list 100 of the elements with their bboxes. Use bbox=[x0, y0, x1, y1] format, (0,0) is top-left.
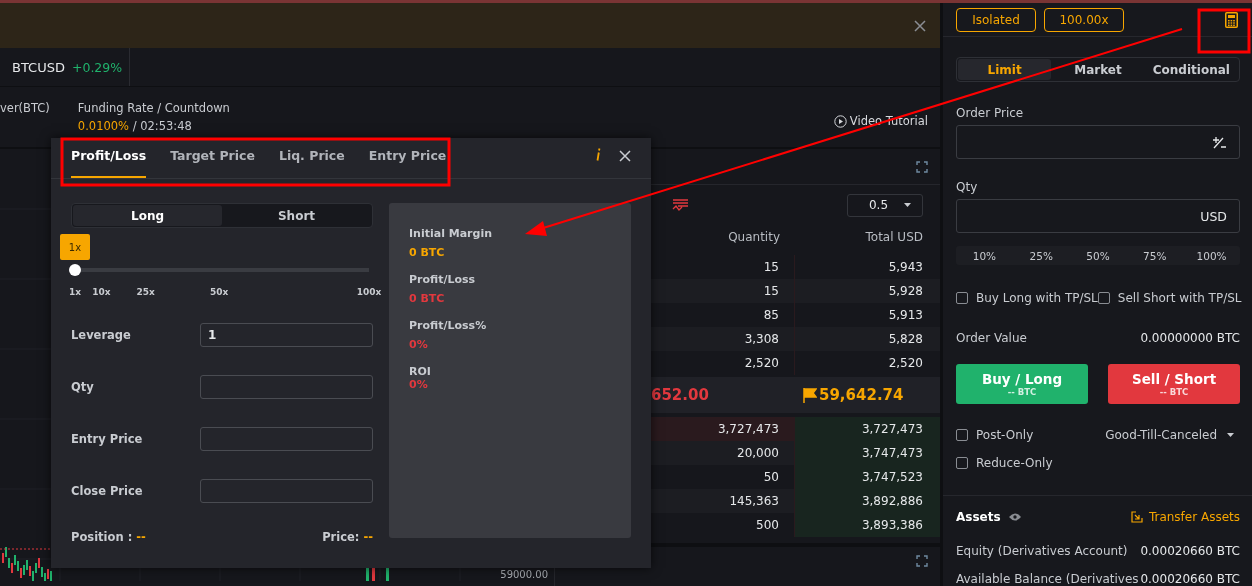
total-cell: 3,892,886 bbox=[795, 489, 940, 513]
side-tab[interactable]: Long bbox=[73, 205, 222, 226]
side-tab[interactable]: Short bbox=[222, 205, 371, 226]
result-value: 0 BTC bbox=[409, 246, 446, 259]
field-label: Close Price bbox=[71, 484, 143, 498]
result-value: 0% bbox=[409, 378, 429, 391]
funding-label: Funding Rate / Countdown bbox=[77, 101, 230, 115]
total-cell-text: 2,520 bbox=[887, 355, 924, 372]
asset-label: Equity (Derivatives Account) bbox=[956, 544, 1128, 558]
funding-value: 0.0100% / 02:53:48 bbox=[77, 119, 193, 133]
eye-icon[interactable] bbox=[1008, 513, 1021, 521]
total-cell-text: 5,913 bbox=[887, 307, 924, 324]
field-label: Leverage bbox=[71, 328, 131, 342]
total-cell: 3,893,386 bbox=[795, 513, 940, 537]
slider-tick: 25x bbox=[136, 287, 155, 297]
quantity-cell: 3,727,473 bbox=[651, 417, 795, 441]
checkbox[interactable] bbox=[956, 292, 968, 304]
transfer-icon bbox=[1130, 511, 1143, 523]
calculator-tab[interactable]: Profit/Loss bbox=[71, 148, 147, 178]
stat-label: ver(BTC) bbox=[0, 101, 50, 115]
close-icon[interactable] bbox=[619, 150, 631, 162]
checkbox-label[interactable]: Buy Long with TP/SL bbox=[956, 291, 1098, 305]
depth-select[interactable]: 0.5 bbox=[847, 193, 923, 217]
result-label: Profit/Loss% bbox=[409, 319, 488, 332]
slider-thumb[interactable] bbox=[69, 264, 81, 276]
slider-tick: 1x bbox=[68, 287, 82, 297]
caret-icon bbox=[1227, 433, 1234, 437]
symbol-tab[interactable]: BTCUSD +0.29% bbox=[0, 48, 130, 86]
total-cell: 3,747,473 bbox=[795, 441, 940, 465]
calculator-icon[interactable] bbox=[1225, 11, 1238, 28]
asset-label: Available Balance (Derivatives bbox=[956, 572, 1139, 586]
order-type-tab[interactable]: Market bbox=[1051, 59, 1145, 80]
assets-title: Assets bbox=[956, 510, 1001, 524]
result-value: 0 BTC bbox=[409, 292, 446, 305]
input-field[interactable] bbox=[200, 427, 373, 451]
leverage-button[interactable]: 100.00x bbox=[1044, 7, 1124, 32]
flag-icon bbox=[803, 387, 817, 403]
slider-tick: 50x bbox=[209, 287, 229, 297]
position-text: Position : -- bbox=[71, 530, 146, 544]
percent-button[interactable]: 75% bbox=[1126, 246, 1184, 265]
last-price: 652.00 bbox=[650, 386, 710, 404]
unit-label: USD bbox=[1200, 208, 1227, 224]
order-price-field[interactable] bbox=[956, 125, 1240, 159]
percent-button[interactable]: 100% bbox=[1183, 246, 1240, 265]
total-cell: 3,727,473 bbox=[795, 417, 940, 441]
price-axis-label: 59000.00 bbox=[500, 569, 548, 580]
input-field[interactable]: 1 bbox=[200, 323, 373, 347]
order-value-label: Order Value bbox=[956, 331, 1027, 345]
calculator-tab[interactable]: Liq. Price bbox=[278, 148, 345, 178]
field-label: Qty bbox=[956, 180, 979, 194]
checkbox-label[interactable]: Post-Only bbox=[956, 428, 1034, 442]
time-in-force-select[interactable]: Good-Till-Canceled bbox=[1105, 428, 1240, 442]
total-cell-text: 5,928 bbox=[887, 283, 924, 300]
result-value: 0% bbox=[409, 338, 429, 351]
qty-field[interactable]: USD bbox=[956, 199, 1240, 233]
calculator-tab[interactable]: Entry Price bbox=[368, 148, 447, 178]
order-value: 0.00000000 BTC bbox=[1140, 331, 1240, 345]
result-label: ROI bbox=[409, 365, 432, 378]
result-label: Initial Margin bbox=[409, 227, 493, 240]
field-label: Entry Price bbox=[71, 432, 143, 446]
video-tutorial-link[interactable]: Video Tutorial bbox=[833, 114, 928, 128]
total-cell: 3,747,523 bbox=[795, 465, 940, 489]
sell-short-button[interactable]: Sell / Short -- BTC bbox=[1108, 364, 1240, 404]
expand-icon[interactable] bbox=[916, 160, 928, 173]
leverage-badge: 1x bbox=[60, 234, 90, 260]
asks-view-icon[interactable] bbox=[672, 198, 689, 212]
caret-icon bbox=[904, 203, 912, 207]
order-type-tab[interactable]: Limit bbox=[958, 59, 1052, 80]
total-cell-text: 5,943 bbox=[887, 259, 924, 276]
close-icon[interactable] bbox=[914, 19, 926, 32]
percent-button[interactable]: 50% bbox=[1069, 246, 1127, 265]
transfer-assets-link[interactable]: Transfer Assets bbox=[1130, 510, 1240, 524]
result-label: Profit/Loss bbox=[409, 273, 477, 286]
total-cell-text: 5,828 bbox=[887, 331, 924, 348]
calculator-tab[interactable]: Target Price bbox=[170, 148, 255, 178]
checkbox-label[interactable]: Reduce-Only bbox=[956, 456, 1053, 470]
slider-tick: 10x bbox=[92, 287, 111, 297]
column-header: Quantity bbox=[727, 230, 781, 244]
checkbox[interactable] bbox=[956, 429, 968, 441]
margin-mode-button[interactable]: Isolated bbox=[956, 7, 1036, 32]
price-text: Price: -- bbox=[322, 530, 373, 544]
asset-value: 0.00020660 BTC bbox=[1140, 544, 1240, 558]
checkbox[interactable] bbox=[956, 457, 968, 469]
checkbox[interactable] bbox=[1097, 292, 1110, 304]
field-label: Qty bbox=[71, 380, 94, 394]
column-header: Total USD bbox=[864, 230, 924, 244]
percent-button[interactable]: 25% bbox=[1012, 246, 1070, 265]
order-type-tab[interactable]: Conditional bbox=[1144, 59, 1238, 80]
plus-minus-icon bbox=[1212, 135, 1227, 149]
input-field[interactable] bbox=[200, 479, 373, 503]
percent-button[interactable]: 10% bbox=[956, 246, 1013, 265]
annotation-box bbox=[1197, 8, 1251, 54]
field-label: Order Price bbox=[956, 106, 1025, 120]
mark-price: 59,642.74 bbox=[795, 386, 940, 404]
input-field[interactable] bbox=[200, 375, 373, 399]
info-icon[interactable] bbox=[596, 148, 601, 161]
slider-tick: 100x bbox=[356, 287, 382, 297]
checkbox-label[interactable]: Sell Short with TP/SL bbox=[1097, 291, 1242, 305]
play-icon bbox=[833, 114, 847, 128]
expand-icon[interactable] bbox=[916, 555, 928, 567]
